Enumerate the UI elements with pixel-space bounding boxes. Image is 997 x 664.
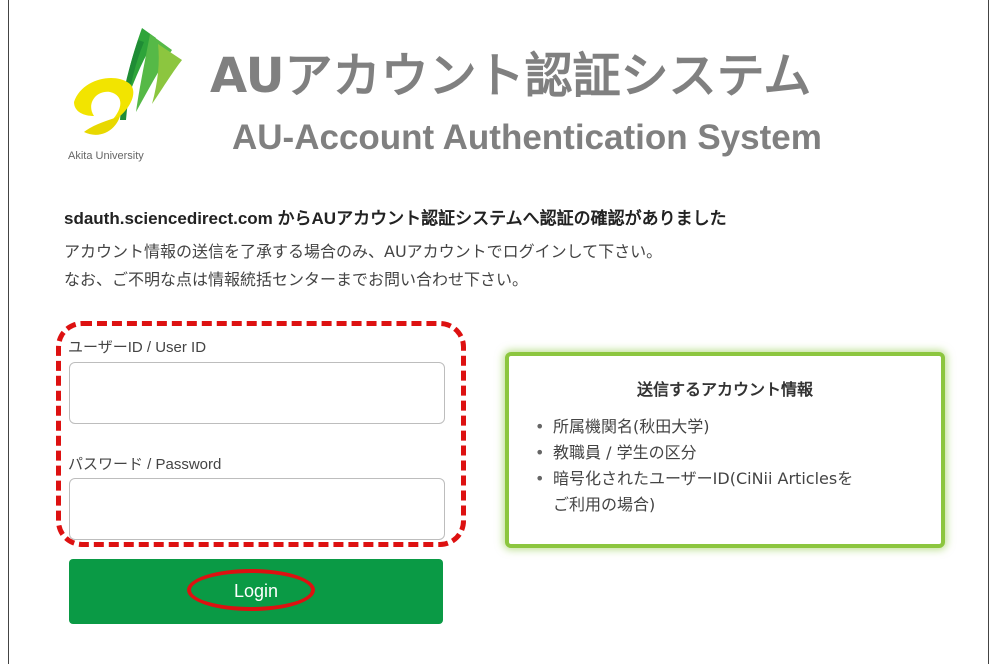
- bullet-icon: •: [535, 469, 545, 488]
- list-item: • 教職員 / 学生の区分: [533, 440, 853, 466]
- list-item: • 所属機関名(秋田大学): [533, 414, 853, 440]
- bullet-icon: •: [535, 443, 545, 462]
- account-info-list: • 所属機関名(秋田大学) • 教職員 / 学生の区分 • 暗号化されたユーザーID(…: [533, 414, 853, 518]
- userid-input[interactable]: [69, 362, 445, 424]
- bullet-icon: •: [535, 417, 545, 436]
- auth-request-notice: sdauth.sciencedirect.com からAUアカウント認証システム…: [64, 209, 727, 228]
- list-item: • 暗号化されたユーザーID(CiNii Articlesを: [533, 466, 853, 492]
- password-label: パスワード / Password: [68, 456, 222, 473]
- login-button[interactable]: Login: [69, 559, 443, 624]
- password-input[interactable]: [69, 478, 445, 540]
- login-button-label: Login: [233, 581, 279, 601]
- logo-caption: Akita University: [68, 150, 144, 162]
- akita-university-logo: [74, 28, 182, 135]
- instructions: アカウント情報の送信を了承する場合のみ、AUアカウントでログインして下さい。 な…: [64, 238, 662, 294]
- list-item-continuation: ご利用の場合): [553, 495, 656, 514]
- page-title-english: AU-Account Authentication System: [232, 118, 822, 157]
- page-title-japanese: AUアカウント認証システム: [210, 48, 812, 104]
- instructions-line-1: アカウント情報の送信を了承する場合のみ、AUアカウントでログインして下さい。: [64, 242, 663, 261]
- instructions-line-2: なお、ご不明な点は情報統括センターまでお問い合わせ下さい。: [64, 270, 529, 289]
- account-info-title: 送信するアカウント情報: [636, 380, 813, 399]
- userid-label: ユーザーID / User ID: [68, 339, 207, 356]
- account-info-panel: 送信するアカウント情報 • 所属機関名(秋田大学) • 教職員 / 学生の区分 • 暗…: [505, 352, 945, 548]
